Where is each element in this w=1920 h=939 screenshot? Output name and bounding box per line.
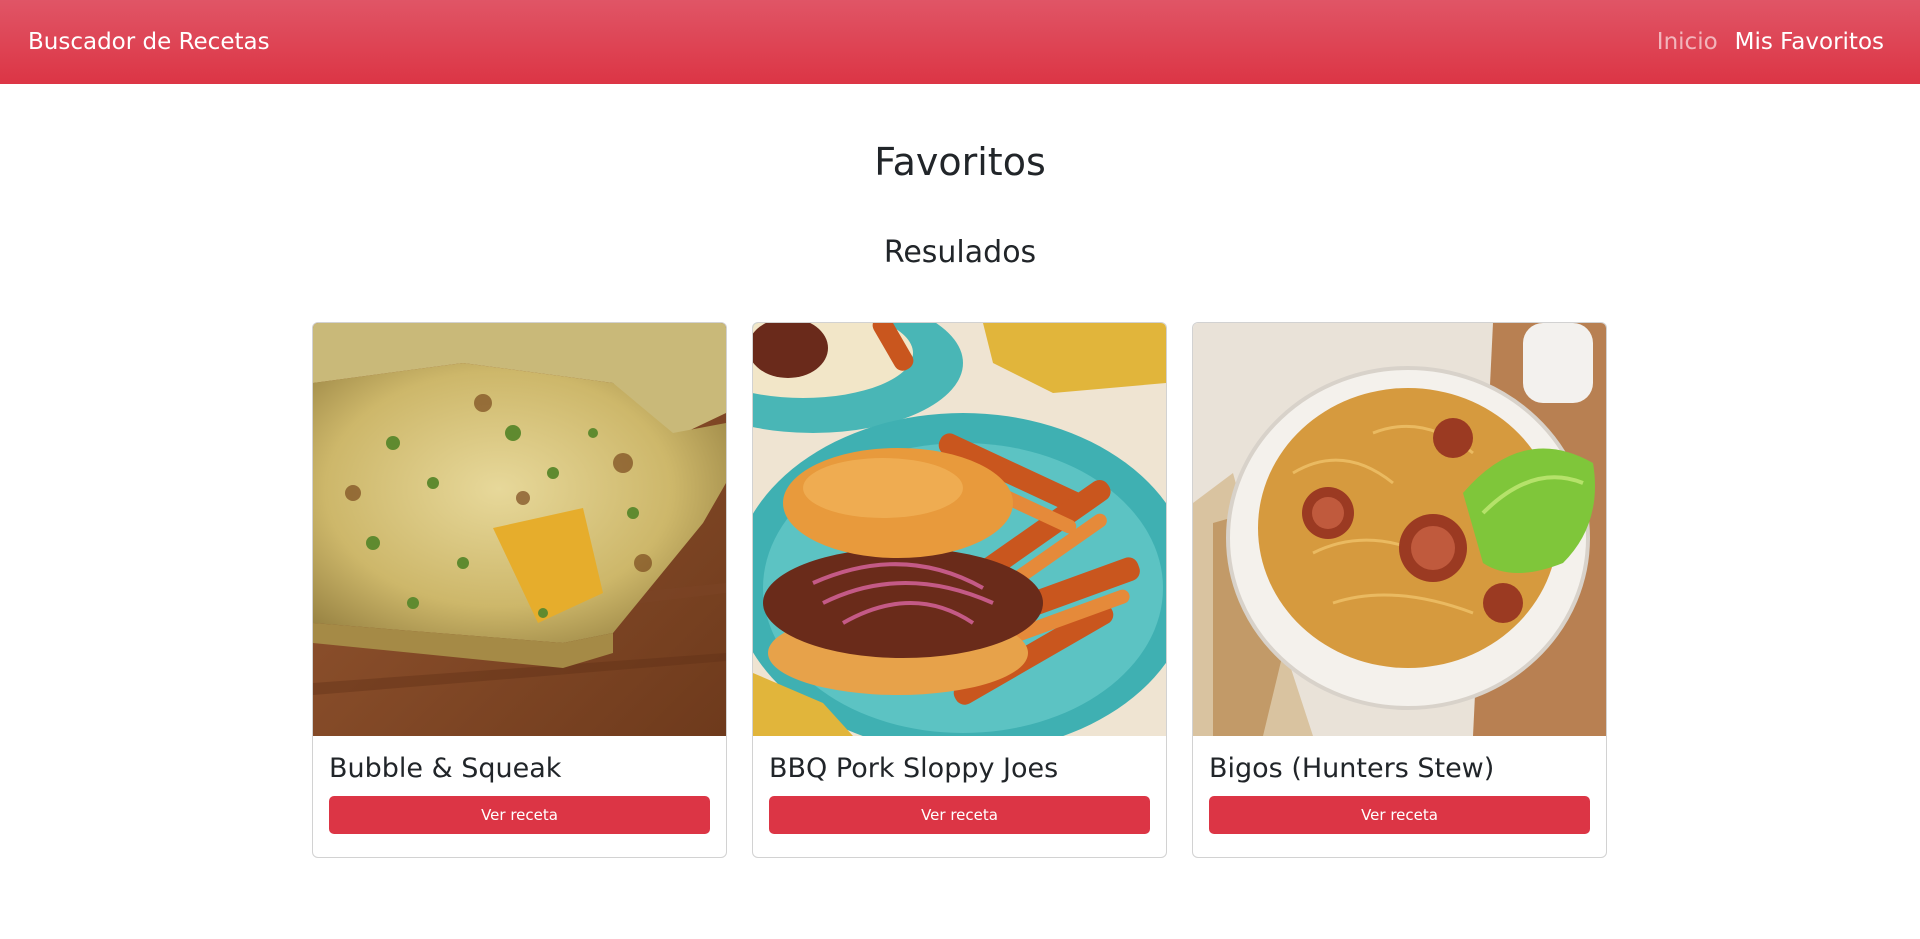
card-body: Bubble & Squeak Ver receta: [313, 736, 726, 850]
recipe-card: BBQ Pork Sloppy Joes Ver receta: [752, 322, 1167, 858]
nav-link-mis-favoritos[interactable]: Mis Favoritos: [1735, 29, 1884, 55]
recipe-title: Bubble & Squeak: [329, 753, 562, 784]
view-recipe-button[interactable]: Ver receta: [769, 796, 1150, 834]
nav-link-inicio[interactable]: Inicio: [1657, 29, 1718, 55]
recipe-title: BBQ Pork Sloppy Joes: [769, 753, 1059, 784]
recipe-card-grid: Bubble & Squeak Ver receta BBQ Pork Slop…: [312, 322, 1607, 858]
view-recipe-button[interactable]: Ver receta: [1209, 796, 1590, 834]
recipe-image: [1193, 323, 1606, 736]
navbar: Buscador de Recetas Inicio Mis Favoritos: [0, 0, 1920, 84]
recipe-image: [313, 323, 726, 736]
nav-links: Inicio Mis Favoritos: [1657, 29, 1884, 55]
brand-link[interactable]: Buscador de Recetas: [28, 29, 270, 55]
recipe-card: Bigos (Hunters Stew) Ver receta: [1192, 322, 1607, 858]
card-body: BBQ Pork Sloppy Joes Ver receta: [753, 736, 1166, 850]
recipe-title: Bigos (Hunters Stew): [1209, 753, 1495, 784]
recipe-image: [753, 323, 1166, 736]
results-heading: Resulados: [883, 235, 1037, 270]
recipe-card: Bubble & Squeak Ver receta: [312, 322, 727, 858]
view-recipe-button[interactable]: Ver receta: [329, 796, 710, 834]
page-title: Favoritos: [874, 140, 1046, 184]
card-body: Bigos (Hunters Stew) Ver receta: [1193, 736, 1606, 850]
